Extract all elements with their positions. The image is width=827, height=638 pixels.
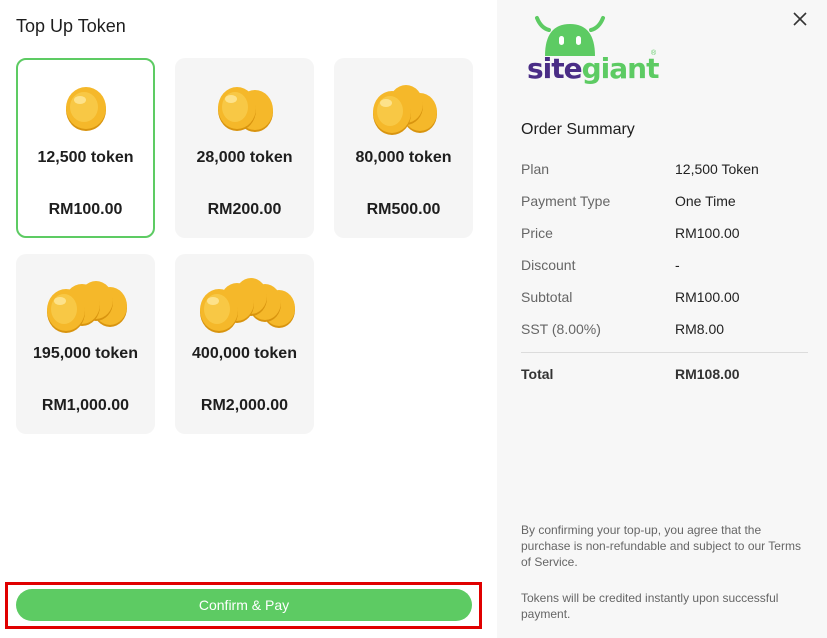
summary-row-price: Price RM100.00	[521, 225, 740, 241]
summary-row-plan: Plan 12,500 Token	[521, 161, 759, 177]
summary-row-subtotal: Subtotal RM100.00	[521, 289, 740, 305]
coins-heap-icon	[177, 274, 312, 336]
package-price: RM500.00	[366, 201, 441, 218]
package-price: RM200.00	[207, 201, 282, 218]
confirm-pay-button[interactable]: Confirm & Pay	[16, 589, 472, 621]
close-icon[interactable]	[793, 10, 811, 28]
coin-icon	[18, 78, 153, 140]
logo-wordmark: sitegiant	[527, 52, 659, 85]
order-summary-title: Order Summary	[521, 121, 635, 138]
package-card-195000[interactable]: 195,000 token RM1,000.00	[16, 254, 155, 434]
terms-note: By confirming your top-up, you agree tha…	[521, 523, 801, 569]
page-title: Top Up Token	[16, 16, 126, 36]
summary-divider	[521, 352, 808, 353]
credit-note: Tokens will be credited instantly upon s…	[521, 591, 779, 621]
package-card-12500[interactable]: 12,500 token RM100.00	[16, 58, 155, 238]
registered-mark: ®	[651, 50, 657, 57]
coins-stack-icon	[336, 78, 471, 140]
summary-row-total: Total RM108.00	[521, 366, 740, 382]
order-summary-panel: sitegiant ® Order Summary Plan 12,500 Tok…	[497, 0, 827, 638]
topup-panel: Top Up Token 12,500 token RM100.00 28,00…	[0, 0, 497, 638]
confirm-highlight: Confirm & Pay	[5, 582, 482, 629]
package-tokens: 195,000 token	[33, 345, 138, 362]
package-card-28000[interactable]: 28,000 token RM200.00	[175, 58, 314, 238]
package-price: RM1,000.00	[41, 397, 130, 414]
sitegiant-logo: sitegiant ®	[527, 14, 662, 85]
package-card-80000[interactable]: 80,000 token RM500.00	[334, 58, 473, 238]
summary-row-discount: Discount -	[521, 257, 680, 273]
package-tokens: 12,500 token	[37, 149, 134, 166]
package-card-400000[interactable]: 400,000 token RM2,000.00	[175, 254, 314, 434]
package-price: RM100.00	[48, 201, 123, 218]
package-tokens: 400,000 token	[192, 345, 297, 362]
coins-icon	[177, 78, 312, 140]
package-tokens: 28,000 token	[196, 149, 293, 166]
summary-row-sst: SST (8.00%) RM8.00	[521, 321, 725, 337]
summary-row-payment-type: Payment Type One Time	[521, 193, 736, 209]
coins-pile-icon	[18, 274, 153, 336]
sitegiant-mascot-icon	[535, 16, 605, 56]
package-price: RM2,000.00	[200, 397, 289, 414]
package-tokens: 80,000 token	[355, 149, 452, 166]
